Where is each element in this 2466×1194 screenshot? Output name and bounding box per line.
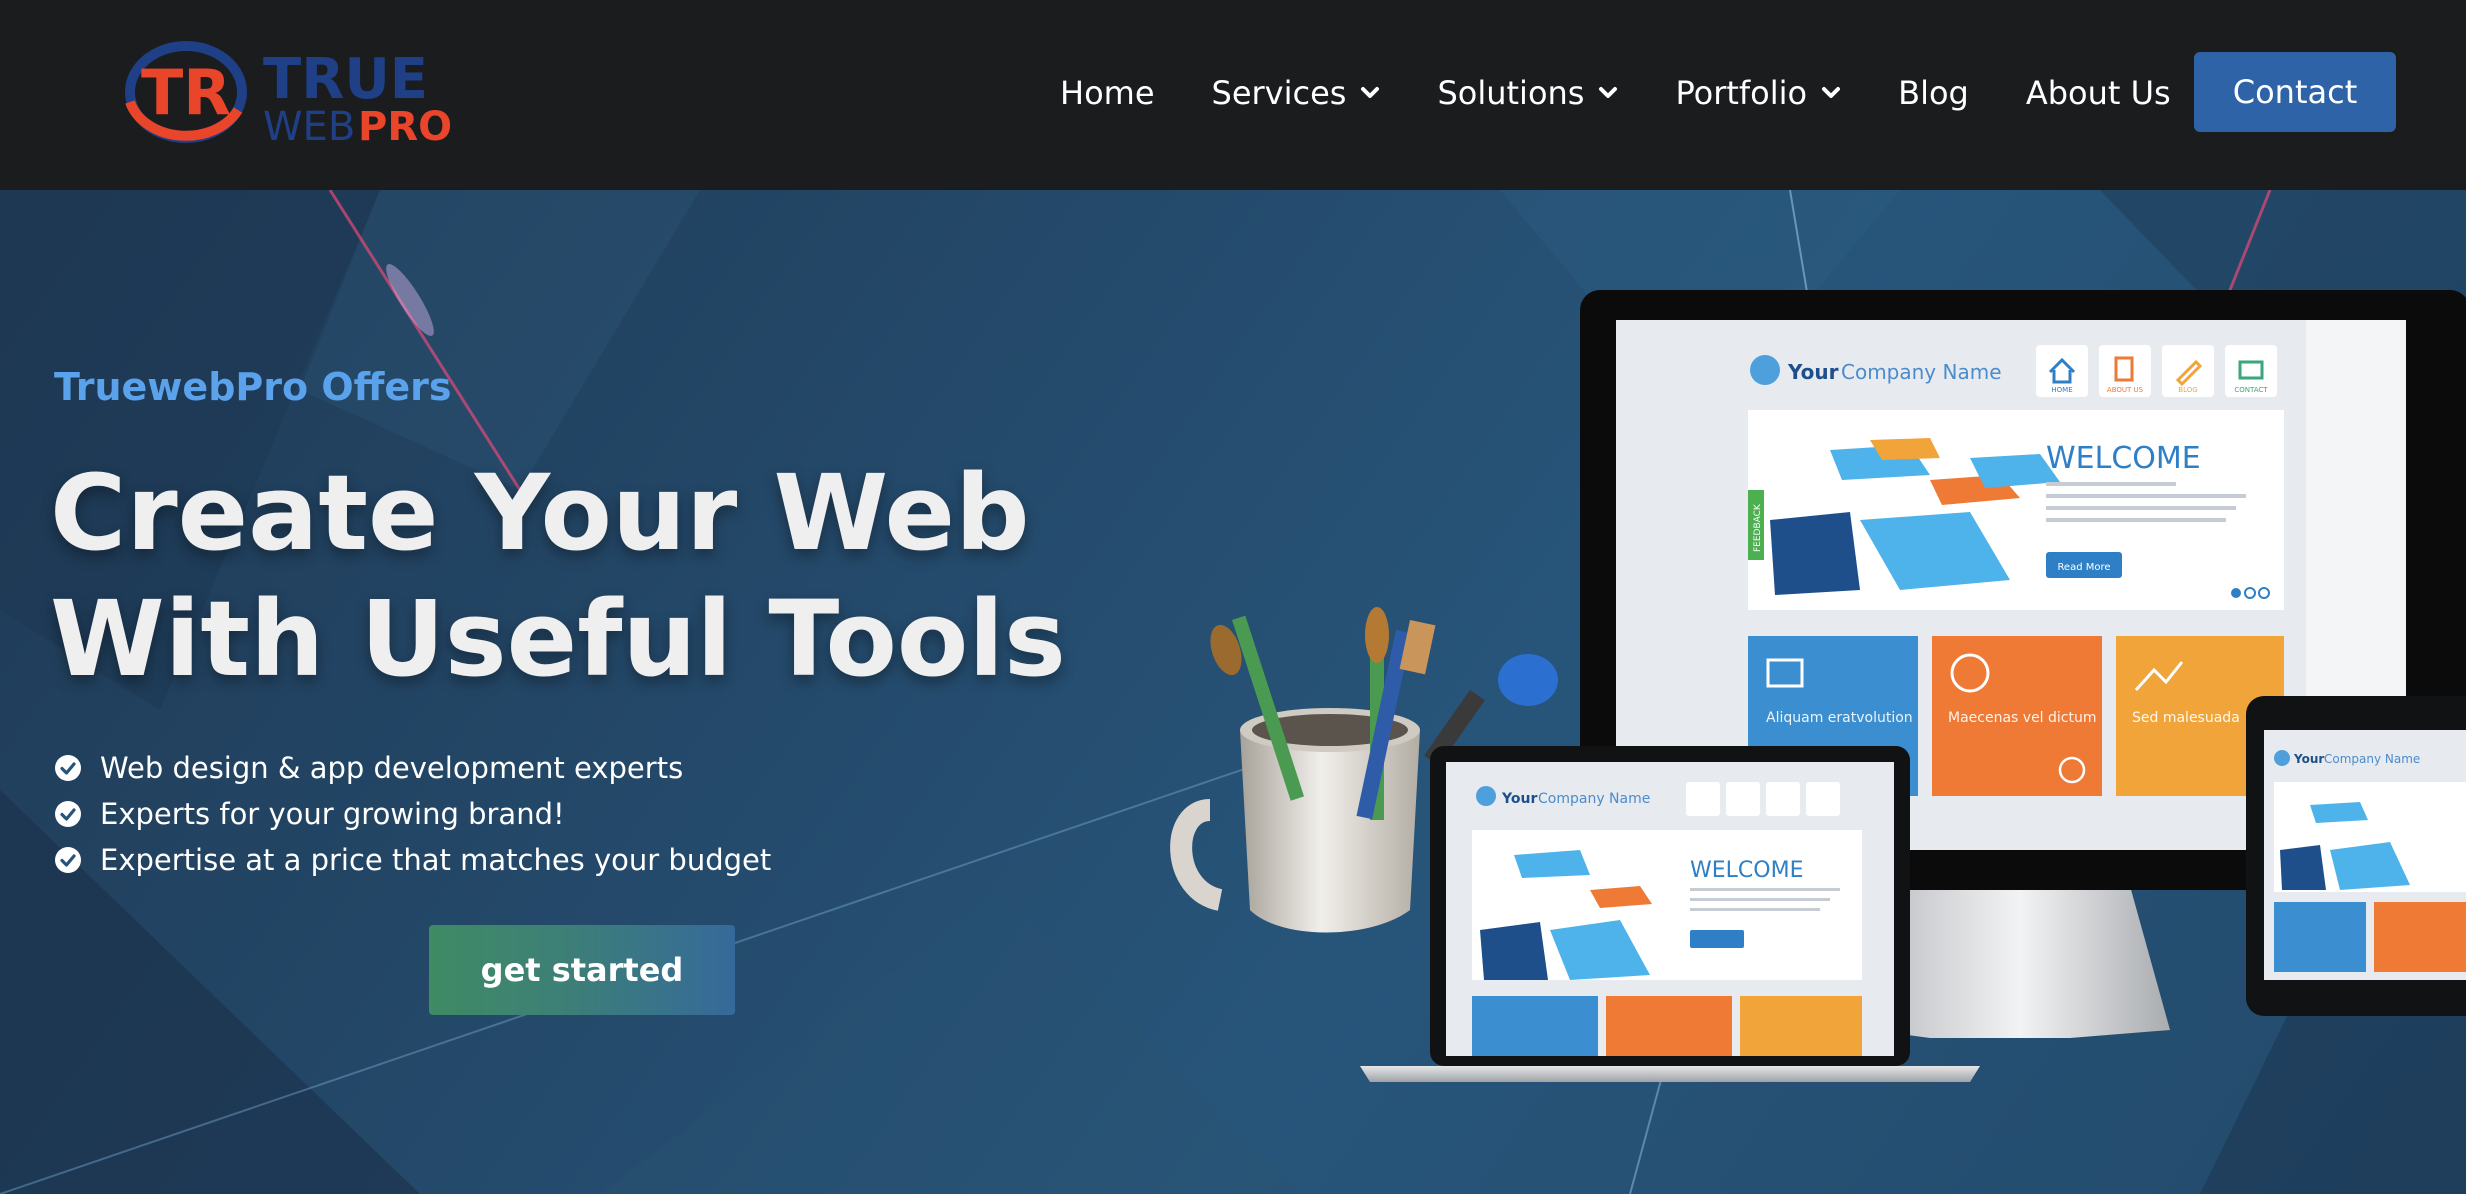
mockup-read-more: Read More (2057, 562, 2110, 573)
main-nav: Home Services Solutions Portfolio Blog A… (1060, 52, 2228, 134)
feature-item: Web design & app development experts (54, 745, 771, 791)
feature-text: Web design & app development experts (100, 751, 684, 785)
logo-pro-text: PRO (358, 104, 450, 144)
mockup-tile-3: Sed malesuada (2132, 710, 2240, 726)
nav-home-label: Home (1060, 74, 1155, 112)
nav-about-us[interactable]: About Us (2026, 74, 2171, 112)
nav-portfolio-label: Portfolio (1675, 74, 1808, 112)
mockup-welcome: WELCOME (2046, 441, 2201, 476)
feature-list: Web design & app development experts Exp… (54, 745, 771, 883)
mockup-nav-home: HOME (2051, 386, 2072, 394)
nav-solutions[interactable]: Solutions (1437, 74, 1618, 112)
site-header: TR TRUE WEB PRO Home Services Solutions … (0, 0, 2466, 190)
feature-item: Expertise at a price that matches your b… (54, 837, 771, 883)
check-circle-icon (55, 755, 81, 781)
tablet-company-prefix: Your (2293, 752, 2324, 766)
tablet-device: Your Company Name (2246, 696, 2466, 1016)
mockup-tile-1: Aliquam eratvolution (1766, 710, 1913, 726)
check-circle-icon (55, 847, 81, 873)
feature-text: Expertise at a price that matches your b… (100, 843, 772, 877)
mockup-nav-blog: BLOG (2178, 386, 2197, 394)
logo-web-text: WEB (263, 104, 355, 144)
hero-eyebrow: TruewebPro Offers (54, 365, 452, 409)
mockup-nav-about: ABOUT US (2107, 386, 2144, 394)
logo-mark-text: TR (141, 56, 231, 129)
devices-illustration: Your Company Name HOME ABOUT US BLOG CON… (1170, 290, 2466, 1082)
mockup-company-name: Company Name (1841, 360, 2002, 384)
chevron-down-icon (1599, 87, 1618, 98)
mockup-tile-2: Maecenas vel dictum (1948, 710, 2097, 726)
contact-button[interactable]: Contact (2194, 52, 2396, 132)
nav-home[interactable]: Home (1060, 74, 1155, 112)
laptop-company-prefix: Your (1501, 791, 1537, 807)
nav-solutions-label: Solutions (1437, 74, 1585, 112)
hero-headline-line-2: With Useful Tools (50, 578, 1066, 700)
feature-text: Experts for your growing brand! (100, 797, 565, 831)
mockup-company-prefix: Your (1787, 360, 1839, 384)
nav-services[interactable]: Services (1212, 74, 1381, 112)
nav-portfolio[interactable]: Portfolio (1675, 74, 1841, 112)
get-started-button[interactable]: get started (429, 925, 735, 1015)
laptop-company-name: Company Name (1538, 791, 1650, 807)
nav-services-label: Services (1211, 74, 1347, 112)
feature-item: Experts for your growing brand! (54, 791, 771, 837)
laptop-device: Your Company Name WELCOME (1360, 746, 1980, 1082)
logo-top-text: TRUE (263, 47, 428, 112)
truewebpro-logo[interactable]: TR TRUE WEB PRO (120, 40, 450, 144)
tablet-company-name: Company Name (2324, 752, 2420, 766)
chevron-down-icon (1822, 87, 1841, 98)
mockup-feedback-tab: FEEDBACK (1753, 503, 1763, 552)
laptop-welcome: WELCOME (1690, 858, 1803, 883)
nav-blog-label: Blog (1898, 74, 1969, 112)
nav-about-label: About Us (2025, 74, 2171, 112)
contact-button-label: Contact (2232, 73, 2358, 111)
hero-section: TruewebPro Offers Create Your Web With U… (0, 190, 2466, 1194)
hero-headline-line-1: Create Your Web (50, 452, 1030, 574)
chevron-down-icon (1361, 87, 1380, 98)
mockup-nav-contact: CONTACT (2234, 386, 2268, 394)
check-circle-icon (55, 801, 81, 827)
nav-blog[interactable]: Blog (1898, 74, 1969, 112)
hero-headline: Create Your Web With Useful Tools (50, 450, 1066, 702)
get-started-label: get started (480, 951, 684, 989)
